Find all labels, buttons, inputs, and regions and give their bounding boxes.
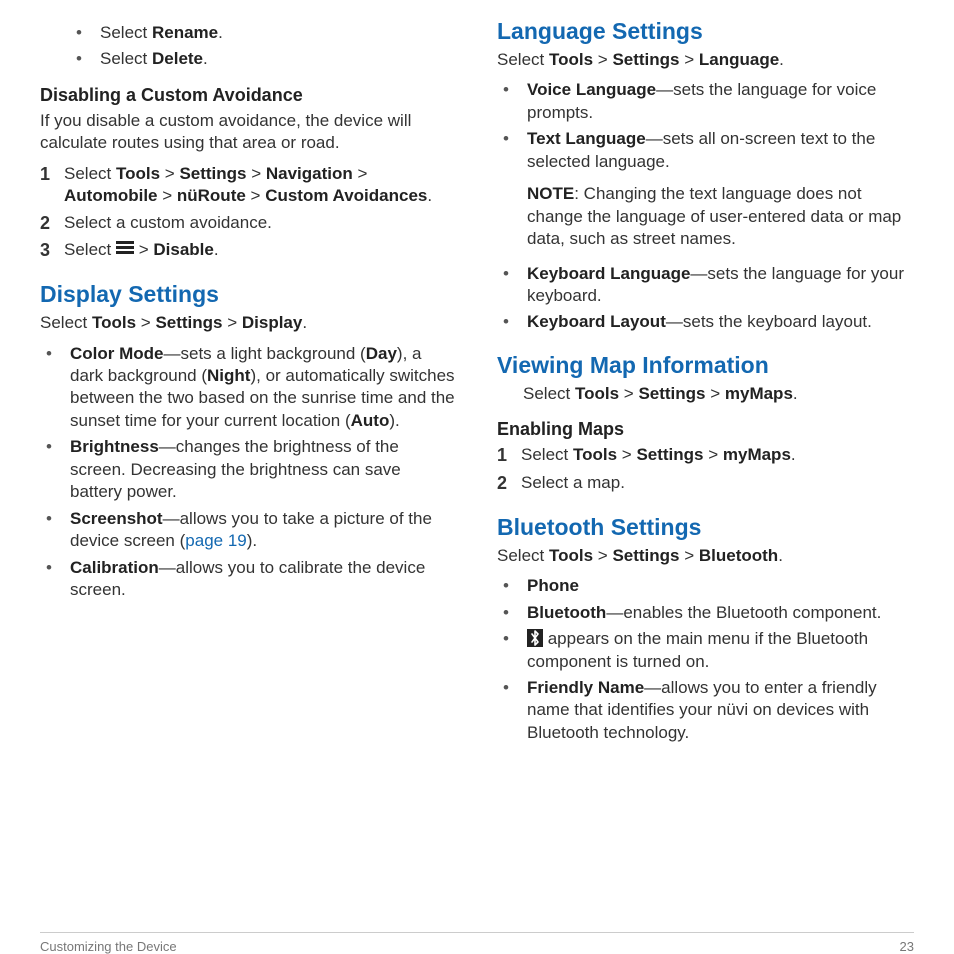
heading-disabling-custom-avoidance: Disabling a Custom Avoidance (40, 85, 457, 106)
list-item: Phone (497, 575, 914, 597)
heading-language-settings: Language Settings (497, 18, 914, 45)
list-item: Select Rename. (70, 22, 457, 44)
heading-enabling-maps: Enabling Maps (497, 419, 914, 440)
list-item: Calibration—allows you to calibrate the … (40, 557, 457, 602)
list-item: Bluetooth—enables the Bluetooth componen… (497, 602, 914, 624)
intro-viewing-map-info: Select Tools > Settings > myMaps. (497, 383, 914, 405)
step-item: 2Select a custom avoidance. (40, 212, 457, 236)
list-item: Voice Language—sets the language for voi… (497, 79, 914, 124)
heading-viewing-map-info: Viewing Map Information (497, 352, 914, 379)
list-item: Select Delete. (70, 48, 457, 70)
intro-language-settings: Select Tools > Settings > Language. (497, 49, 914, 71)
list-item: Color Mode—sets a light background (Day)… (40, 343, 457, 433)
step-item: 1Select Tools > Settings > myMaps. (497, 444, 914, 468)
columns: Select Rename. Select Delete. Disabling a… (40, 18, 914, 922)
intro-disabling-avoidance: If you disable a custom avoidance, the d… (40, 110, 457, 155)
list-language-settings: Voice Language—sets the language for voi… (497, 79, 914, 333)
intro-bluetooth-settings: Select Tools > Settings > Bluetooth. (497, 545, 914, 567)
list-item: Keyboard Layout—sets the keyboard layout… (497, 311, 914, 333)
list-display-settings: Color Mode—sets a light background (Day)… (40, 343, 457, 602)
menu-icon (116, 239, 134, 256)
footer-page-number: 23 (900, 939, 914, 954)
step-item: 3Select > Disable. (40, 239, 457, 263)
step-item: 1Select Tools > Settings > Navigation > … (40, 163, 457, 208)
list-item: Screenshot—allows you to take a picture … (40, 508, 457, 553)
page: Select Rename. Select Delete. Disabling a… (0, 0, 954, 954)
list-item: Brightness—changes the brightness of the… (40, 436, 457, 503)
footer-section-title: Customizing the Device (40, 939, 177, 954)
list-item: Text Language—sets all on-screen text to… (497, 128, 914, 258)
heading-bluetooth-settings: Bluetooth Settings (497, 514, 914, 541)
list-item: appears on the main menu if the Bluetoot… (497, 628, 914, 673)
step-item: 2Select a map. (497, 472, 914, 496)
steps-disabling-avoidance: 1Select Tools > Settings > Navigation > … (40, 163, 457, 263)
left-column: Select Rename. Select Delete. Disabling a… (40, 18, 457, 922)
heading-display-settings: Display Settings (40, 281, 457, 308)
bullet-list-rename-delete: Select Rename. Select Delete. (70, 22, 457, 71)
steps-enabling-maps: 1Select Tools > Settings > myMaps. 2Selec… (497, 444, 914, 496)
list-item: Keyboard Language—sets the language for … (497, 263, 914, 308)
bluetooth-icon (527, 629, 543, 647)
intro-display-settings: Select Tools > Settings > Display. (40, 312, 457, 334)
list-item: Friendly Name—allows you to enter a frie… (497, 677, 914, 744)
list-bluetooth-settings: Phone Bluetooth—enables the Bluetooth com… (497, 575, 914, 744)
right-column: Language Settings Select Tools > Setting… (497, 18, 914, 922)
page-footer: Customizing the Device 23 (40, 932, 914, 954)
